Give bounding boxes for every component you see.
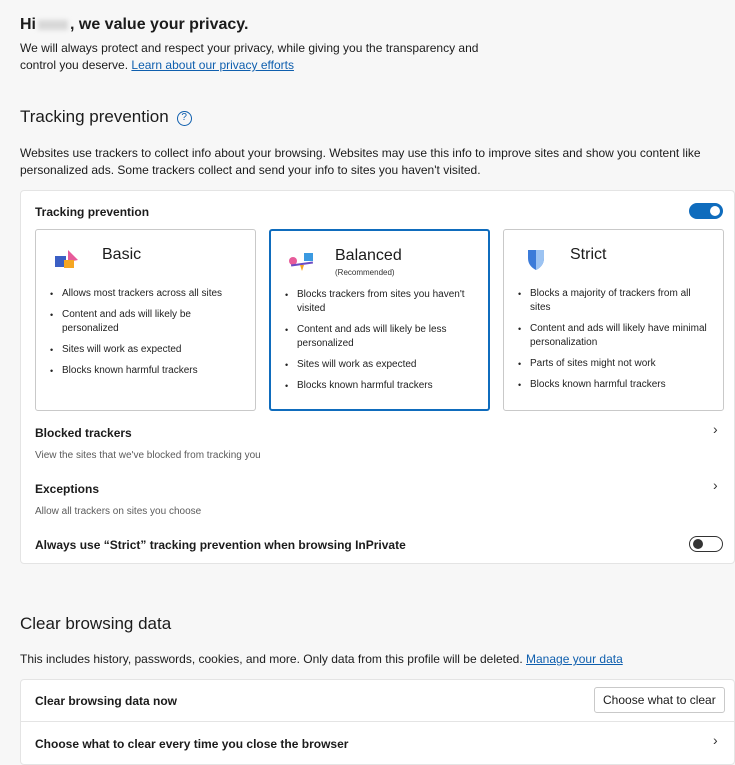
option-strict-card[interactable]: Strict Blocks a majority of trackers fro… <box>503 229 724 411</box>
divider <box>21 721 734 722</box>
tracking-prevention-description: Websites use trackers to collect info ab… <box>20 146 701 177</box>
option-balanced-subtitle: (Recommended) <box>335 268 395 277</box>
exceptions-link[interactable]: Exceptions <box>35 482 99 496</box>
chevron-right-icon[interactable]: › <box>713 477 718 493</box>
privacy-efforts-link[interactable]: Learn about our privacy efforts <box>131 58 294 72</box>
option-balanced-card[interactable]: Balanced (Recommended) Blocks trackers f… <box>269 229 490 411</box>
option-basic-bullets: Allows most trackers across all sites Co… <box>48 287 245 385</box>
blocked-trackers-subtext: View the sites that we've blocked from t… <box>35 450 261 461</box>
balance-scale-icon <box>289 253 314 271</box>
tracking-prevention-card: Tracking prevention Basic Allows most tr… <box>20 190 735 564</box>
clear-browsing-data-now-label: Clear browsing data now <box>35 694 178 708</box>
option-balanced-bullets: Blocks trackers from sites you haven't v… <box>283 288 478 400</box>
exceptions-subtext: Allow all trackers on sites you choose <box>35 506 202 517</box>
list-item: Content and ads will likely be personali… <box>48 308 245 336</box>
list-item: Parts of sites might not work <box>516 357 713 371</box>
list-item: Content and ads will likely have minimal… <box>516 322 713 350</box>
redacted-name <box>38 19 68 30</box>
list-item: Content and ads will likely be less pers… <box>283 323 478 351</box>
clear-browsing-data-heading: Clear browsing data <box>20 614 172 633</box>
shield-icon <box>528 250 544 270</box>
option-basic-title: Basic <box>102 246 142 263</box>
basic-shapes-icon <box>55 250 78 268</box>
clear-on-close-link[interactable]: Choose what to clear every time you clos… <box>35 737 348 751</box>
option-basic-card[interactable]: Basic Allows most trackers across all si… <box>35 229 256 411</box>
help-icon[interactable]: ? <box>176 111 192 126</box>
inprivate-strict-toggle[interactable] <box>689 536 723 552</box>
list-item: Allows most trackers across all sites <box>48 287 245 301</box>
list-item: Blocks known harmful trackers <box>48 364 245 378</box>
inprivate-strict-label: Always use “Strict” tracking prevention … <box>35 538 406 552</box>
list-item: Sites will work as expected <box>283 358 478 372</box>
tracking-prevention-heading: Tracking prevention? <box>20 107 192 127</box>
option-balanced-title: Balanced <box>335 247 402 264</box>
list-item: Blocks known harmful trackers <box>283 379 478 393</box>
option-strict-title: Strict <box>570 246 607 263</box>
list-item: Sites will work as expected <box>48 343 245 357</box>
manage-your-data-link[interactable]: Manage your data <box>526 652 623 666</box>
list-item: Blocks a majority of trackers from all s… <box>516 287 713 315</box>
chevron-right-icon[interactable]: › <box>713 732 718 748</box>
privacy-greeting-description: We will always protect and respect your … <box>20 41 479 72</box>
list-item: Blocks known harmful trackers <box>516 378 713 392</box>
blocked-trackers-link[interactable]: Blocked trackers <box>35 426 132 440</box>
chevron-right-icon[interactable]: › <box>713 421 718 437</box>
clear-browsing-data-card: Clear browsing data now Choose what to c… <box>20 679 735 765</box>
tracking-prevention-toggle[interactable] <box>689 203 723 219</box>
clear-browsing-data-description: This includes history, passwords, cookie… <box>20 652 623 666</box>
tracking-prevention-toggle-label: Tracking prevention <box>35 205 150 219</box>
privacy-greeting-title: Hi, we value your privacy. <box>20 16 249 33</box>
choose-what-to-clear-button[interactable]: Choose what to clear <box>594 687 725 713</box>
option-strict-bullets: Blocks a majority of trackers from all s… <box>516 287 713 399</box>
list-item: Blocks trackers from sites you haven't v… <box>283 288 478 316</box>
